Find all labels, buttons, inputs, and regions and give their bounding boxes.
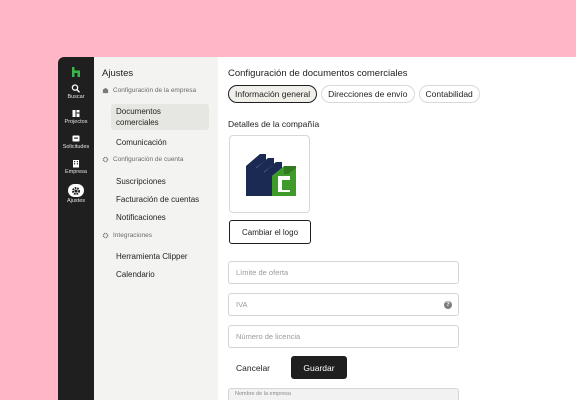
group-label: Integraciones [113,232,153,239]
vat-field[interactable]: IVA ? [228,293,459,316]
inbox-icon [72,135,80,142]
search-icon [71,84,81,93]
rail-item-buscar[interactable]: Buscar [58,84,94,101]
projects-icon [72,110,80,117]
nav-item-comunicacion[interactable]: Comunicación [111,135,209,150]
help-icon[interactable]: ? [444,301,452,309]
nav-item-suscripciones[interactable]: Suscripciones [111,174,209,189]
rail-label: Buscar [67,94,85,100]
rail-item-projectos[interactable]: Projectos [58,109,94,126]
change-logo-button[interactable]: Cambiar el logo [229,220,311,244]
tab-contabilidad[interactable]: Contabilidad [418,85,480,103]
nav-item-notificaciones[interactable]: Notificaciones [111,210,209,225]
company-logo-preview [229,135,310,213]
settings-title: Ajustes [102,68,134,79]
tab-informacion-general[interactable]: Información general [228,85,318,103]
company-name-label: Nombre de la empresa [235,391,291,397]
houzz-h-icon[interactable] [70,66,82,78]
gear-icon [102,156,109,163]
active-indicator [68,184,84,197]
nav-item-calendario[interactable]: Calendario [111,267,209,282]
main-content: Configuración de documentos comerciales … [218,57,576,400]
group-label: Configuración de la empresa [113,87,197,94]
license-number-field[interactable]: Número de licencia [228,325,459,348]
offer-limit-placeholder: Límite de oferta [236,268,289,277]
rail-label: Solicitudes [62,144,90,150]
building-icon [102,87,109,94]
tab-bar: Información general Direcciones de envío… [228,85,480,103]
rail-item-ajustes[interactable]: Ajustes [58,184,94,205]
rail-item-solicitudes[interactable]: Solicitudes [58,134,94,151]
gear-icon [72,186,80,195]
rail-label: Empresa [64,169,87,175]
group-label: Configuración de cuenta [113,156,184,163]
group-integrations: Integraciones [102,232,152,239]
offer-limit-field[interactable]: Límite de oferta [228,261,459,284]
icon-rail: Buscar Projectos Solicitudes Empresa Aju… [58,57,94,400]
page-title: Configuración de documentos comerciales [228,68,408,79]
company-logo [246,154,296,196]
settings-nav: Ajustes Configuración de la empresa Docu… [94,57,218,400]
building-icon [73,160,79,168]
company-name-field[interactable]: Nombre de la empresa [228,388,459,400]
group-account-settings: Configuración de cuenta [102,156,183,163]
rail-label: Ajustes [66,198,86,204]
plug-icon [102,232,109,239]
save-button[interactable]: Guardar [291,356,347,379]
rail-item-empresa[interactable]: Empresa [58,159,94,176]
nav-item-herramienta-clipper[interactable]: Herramienta Clipper [111,249,209,264]
license-placeholder: Número de licencia [236,332,301,341]
cancel-button[interactable]: Cancelar [228,356,278,379]
vat-placeholder: IVA [236,300,248,309]
nav-item-facturacion[interactable]: Facturación de cuentas [111,192,209,207]
rail-label: Projectos [64,119,88,125]
app-window: Buscar Projectos Solicitudes Empresa Aju… [58,57,576,400]
section-title: Detalles de la compañía [228,119,320,129]
group-company-settings: Configuración de la empresa [102,87,196,94]
nav-item-documentos-comerciales[interactable]: Documentos comerciales [111,104,209,130]
tab-direcciones-envio[interactable]: Direcciones de envío [321,85,415,103]
